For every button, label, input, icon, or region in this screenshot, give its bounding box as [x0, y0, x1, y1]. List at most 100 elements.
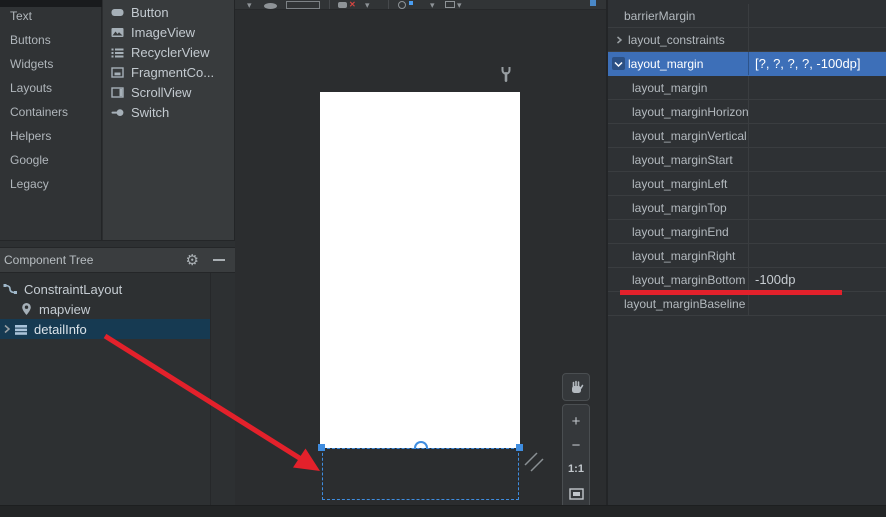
attr-label: layout_marginTop: [632, 201, 727, 215]
palette-header-strip: [0, 0, 102, 7]
attr-value-field[interactable]: [748, 4, 886, 27]
attr-row-layout-constraints[interactable]: layout_constraints: [608, 28, 886, 52]
chevron-right-icon[interactable]: [612, 33, 625, 46]
toolbar-divider: [329, 0, 330, 10]
panel-icon-fragment[interactable]: [590, 0, 596, 6]
attr-row-layout-marginbottom[interactable]: layout_marginBottom -100dp: [608, 268, 886, 292]
constraint-handle-topright[interactable]: [516, 444, 523, 451]
wrench-icon[interactable]: [500, 66, 512, 88]
attr-row-layout-margin-group[interactable]: layout_margin [?, ?, ?, ?, -100dp]: [608, 52, 886, 76]
chevron-down-icon[interactable]: [612, 57, 625, 70]
constraint-anchor-arc[interactable]: [414, 441, 428, 449]
attr-row-layout-marginbaseline[interactable]: layout_marginBaseline: [608, 292, 886, 316]
attr-row-layout-marginend[interactable]: layout_marginEnd: [608, 220, 886, 244]
tree-item-mapview[interactable]: mapview: [0, 299, 210, 319]
attr-row-layout-margin[interactable]: layout_margin: [608, 76, 886, 100]
palette-item-scrollview[interactable]: ScrollView: [111, 82, 191, 102]
attr-value-field[interactable]: [748, 244, 886, 267]
attr-label: barrierMargin: [624, 9, 695, 23]
palette-category-widgets[interactable]: Widgets: [0, 52, 102, 76]
palette-category-helpers[interactable]: Helpers: [0, 124, 102, 148]
pan-button[interactable]: [562, 373, 590, 401]
attr-value-field[interactable]: [748, 124, 886, 147]
palette-item-button[interactable]: Button: [111, 2, 169, 22]
fragment-container-icon: [111, 66, 124, 79]
palette-item-imageview[interactable]: ImageView: [111, 22, 195, 42]
zoom-actual-size-button[interactable]: 1:1: [568, 459, 584, 481]
theme-icon[interactable]: [264, 3, 277, 9]
attr-label: layout_marginEnd: [632, 225, 729, 239]
palette-category-containers[interactable]: Containers: [0, 100, 102, 124]
design-surface[interactable]: ▾ ✕ ▾ ▾ ▾: [235, 0, 606, 505]
component-tree-panel: Component Tree ⚙ ConstraintLayout mapvie…: [0, 240, 235, 505]
resize-grip-icon[interactable]: [524, 452, 546, 479]
constraint-handle-topleft[interactable]: [318, 444, 325, 451]
attr-value-field[interactable]: [748, 76, 886, 99]
palette-category-legacy[interactable]: Legacy: [0, 172, 102, 196]
attr-row-layout-marginhorizontal[interactable]: layout_marginHorizon...: [608, 100, 886, 124]
chevron-down-icon[interactable]: ▾: [430, 1, 435, 10]
component-tree-title: Component Tree: [4, 253, 93, 267]
attr-value-field[interactable]: [748, 100, 886, 123]
attr-label: layout_marginRight: [632, 249, 735, 263]
phone-preview[interactable]: [320, 92, 520, 448]
fit-screen-icon: [569, 488, 584, 500]
attr-value-field[interactable]: [748, 196, 886, 219]
list-icon: [14, 323, 28, 336]
attr-value-field[interactable]: [748, 28, 886, 51]
android-studio-layout-editor: Text Buttons Widgets Layouts Containers …: [0, 0, 886, 517]
window-bottom-edge: [0, 505, 886, 517]
device-selector-icon[interactable]: [286, 1, 320, 9]
attr-row-barriermargin[interactable]: barrierMargin: [608, 4, 886, 28]
palette-category-text[interactable]: Text: [0, 4, 102, 28]
attr-row-layout-margintop[interactable]: layout_marginTop: [608, 196, 886, 220]
tree-item-constraintlayout[interactable]: ConstraintLayout: [0, 279, 210, 299]
palette-item-label: ScrollView: [131, 85, 191, 100]
gear-icon[interactable]: ⚙: [186, 251, 199, 269]
scrollview-icon: [111, 86, 124, 99]
attr-label: layout_constraints: [628, 33, 725, 47]
attr-value-field[interactable]: [748, 292, 886, 315]
screen-mode-icon[interactable]: [445, 1, 455, 8]
chevron-right-icon[interactable]: [0, 324, 14, 334]
attr-row-layout-marginstart[interactable]: layout_marginStart: [608, 148, 886, 172]
palette-category-google[interactable]: Google: [0, 148, 102, 172]
chevron-down-icon[interactable]: ▾: [457, 1, 462, 10]
attr-label: layout_marginBottom: [632, 273, 745, 287]
chevron-down-icon[interactable]: ▾: [247, 1, 252, 10]
attr-label: layout_margin: [628, 57, 703, 71]
palette-category-list: Text Buttons Widgets Layouts Containers …: [0, 0, 102, 240]
attr-value-field[interactable]: -100dp: [748, 268, 886, 291]
chevron-down-icon[interactable]: ▾: [365, 1, 370, 10]
attr-row-layout-marginvertical[interactable]: layout_marginVertical: [608, 124, 886, 148]
tree-item-label: ConstraintLayout: [24, 282, 122, 297]
zoom-to-fit-button[interactable]: [569, 483, 584, 505]
palette-category-buttons[interactable]: Buttons: [0, 28, 102, 52]
palette-item-recyclerview[interactable]: RecyclerView: [111, 42, 210, 62]
design-toolbar-clipped: ▾ ✕ ▾ ▾ ▾: [235, 0, 606, 10]
attr-label: layout_marginBaseline: [624, 297, 745, 311]
palette-item-label: ImageView: [131, 25, 195, 40]
attr-value-field[interactable]: [?, ?, ?, ?, -100dp]: [748, 52, 886, 75]
detailinfo-selection-rect[interactable]: [322, 448, 519, 500]
attr-row-layout-marginright[interactable]: layout_marginRight: [608, 244, 886, 268]
attr-value-field[interactable]: [748, 172, 886, 195]
blue-plus-icon: [409, 1, 413, 5]
palette-item-label: FragmentCo...: [131, 65, 214, 80]
attr-value-field[interactable]: [748, 220, 886, 243]
zoom-out-button[interactable]: −: [572, 434, 581, 456]
magnet-icon[interactable]: [338, 2, 347, 8]
palette-item-switch[interactable]: Switch: [111, 102, 169, 122]
zoom-magnifier-icon[interactable]: [398, 1, 406, 9]
attr-value-field[interactable]: [748, 148, 886, 171]
tree-item-detailinfo[interactable]: detailInfo: [0, 319, 210, 339]
palette-item-label: Button: [131, 5, 169, 20]
palette-item-fragmentcontainer[interactable]: FragmentCo...: [111, 62, 214, 82]
minimize-icon[interactable]: [213, 259, 225, 261]
attr-label: layout_marginStart: [632, 153, 733, 167]
component-tree-header: Component Tree ⚙: [0, 247, 235, 273]
palette-category-layouts[interactable]: Layouts: [0, 76, 102, 100]
zoom-in-button[interactable]: +: [572, 410, 581, 432]
toolbar-divider: [388, 0, 389, 10]
attr-row-layout-marginleft[interactable]: layout_marginLeft: [608, 172, 886, 196]
